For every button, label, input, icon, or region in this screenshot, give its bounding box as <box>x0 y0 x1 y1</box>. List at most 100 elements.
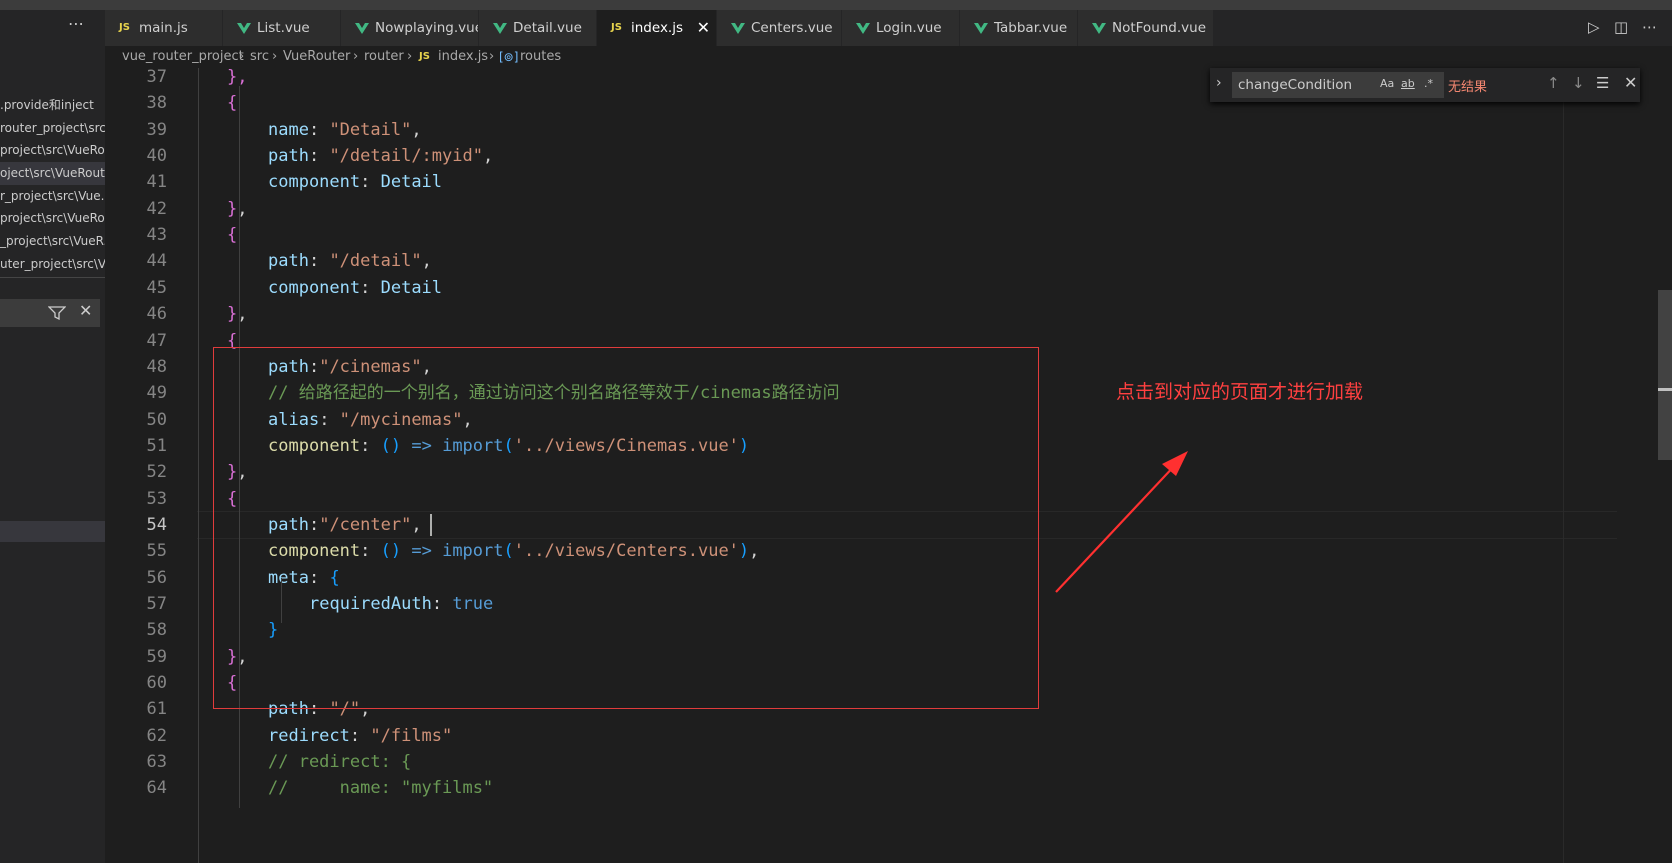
open-editor-item[interactable]: r_project\src\Vue... <box>0 185 105 208</box>
js-file-icon: JS <box>119 22 130 33</box>
code-token: { <box>227 93 238 114</box>
breadcrumb-item[interactable]: VueRouter <box>283 46 350 68</box>
match-whole-word-icon[interactable]: ab <box>1401 77 1415 90</box>
vue-file-icon <box>731 23 745 34</box>
breadcrumb-item[interactable]: src <box>250 46 269 68</box>
line-number: 49 <box>146 383 167 404</box>
code-token: // name: "myfilms" <box>268 778 494 799</box>
run-icon[interactable]: ▷ <box>1588 18 1600 36</box>
code-line[interactable]: component: Detail <box>268 168 442 196</box>
vue-file-icon <box>355 23 369 34</box>
find-widget: › Aa ab .* 无结果 ↑ ↓ ☰ ✕ <box>1210 68 1640 102</box>
code-token: redirect <box>268 725 350 746</box>
line-number: 51 <box>146 435 167 456</box>
match-case-icon[interactable]: Aa <box>1380 77 1394 90</box>
next-match-icon[interactable]: ↓ <box>1572 74 1585 92</box>
tab-nowplaying-vue[interactable]: Nowplaying.vue <box>341 10 479 46</box>
line-number: 57 <box>146 594 167 614</box>
vue-file-icon <box>856 23 870 34</box>
open-editor-item[interactable]: .provide和inject <box>0 94 105 117</box>
code-token: : <box>360 277 381 298</box>
code-line[interactable]: redirect: "/films" <box>268 722 452 750</box>
tab-label: index.js <box>631 20 684 36</box>
tab-label: Login.vue <box>876 20 942 36</box>
tab-login-vue[interactable]: Login.vue <box>842 10 960 46</box>
scrollbar-thumb[interactable] <box>1658 290 1672 460</box>
tab-list-vue[interactable]: List.vue <box>223 10 341 46</box>
code-token: component <box>268 172 361 193</box>
tab-main-js[interactable]: JS main.js <box>105 10 223 46</box>
tab-notfound-vue[interactable]: NotFound.vue <box>1078 10 1214 46</box>
code-line[interactable]: }, <box>227 63 247 91</box>
js-file-icon: JS <box>611 22 622 33</box>
code-line[interactable]: component: Detail <box>268 274 442 302</box>
vertical-scrollbar[interactable] <box>1658 68 1672 863</box>
close-find-icon[interactable]: ✕ <box>1624 73 1637 92</box>
code-line[interactable]: path: "/detail/:myid", <box>268 142 493 170</box>
code-token: : <box>349 725 371 746</box>
previous-match-icon[interactable]: ↑ <box>1547 74 1560 92</box>
close-tab-icon[interactable]: ✕ <box>697 10 710 46</box>
tab-label: Tabbar.vue <box>994 20 1068 36</box>
open-editor-item[interactable]: project\src\VueRo... <box>0 207 105 230</box>
line-number: 45 <box>146 277 167 298</box>
code-line[interactable]: { <box>227 221 237 249</box>
vue-file-icon <box>1092 23 1106 34</box>
open-editor-item[interactable]: router_project\src... <box>0 117 105 140</box>
code-token: path <box>268 251 309 272</box>
code-line[interactable]: // name: "myfilms" <box>268 774 493 802</box>
line-number: 44 <box>146 251 167 272</box>
code-token: "Detail" <box>329 119 412 140</box>
more-actions-icon[interactable]: ⋯ <box>68 14 85 33</box>
js-file-icon: JS <box>419 51 430 62</box>
code-line[interactable]: // redirect: { <box>268 748 411 776</box>
line-number: 61 <box>146 699 167 720</box>
code-line[interactable]: }, <box>227 195 248 223</box>
regex-icon[interactable]: .* <box>1424 77 1433 90</box>
code-token: }, <box>227 67 248 87</box>
line-number: 59 <box>146 646 167 667</box>
code-token: } <box>227 304 238 325</box>
tab-centers-vue[interactable]: Centers.vue <box>717 10 842 46</box>
breadcrumb-item[interactable]: router <box>364 46 404 68</box>
code-token: Detail <box>380 172 443 193</box>
split-editor-icon[interactable]: ◫ <box>1614 18 1628 36</box>
line-number: 40 <box>146 146 167 167</box>
open-editor-item[interactable]: _project\src\VueR... <box>0 230 105 253</box>
line-number: 37 <box>146 67 167 87</box>
code-line[interactable]: name: "Detail", <box>268 116 422 144</box>
line-number: 56 <box>146 567 167 588</box>
annotation-highlight-box <box>213 347 1039 709</box>
open-editor-item[interactable]: project\src\VueRo... <box>0 139 105 162</box>
find-in-selection-icon[interactable]: ☰ <box>1596 74 1609 92</box>
sidebar-selected-row[interactable] <box>0 521 105 542</box>
line-number: 42 <box>146 198 167 219</box>
line-number: 39 <box>146 119 167 140</box>
indent-guide <box>198 68 199 863</box>
code-token: : <box>360 172 381 193</box>
code-token: : <box>308 251 330 272</box>
code-line[interactable]: path: "/detail", <box>268 247 432 275</box>
filter-close-icon[interactable]: ✕ <box>79 301 92 320</box>
find-result-status: 无结果 <box>1448 80 1488 95</box>
open-editor-item[interactable]: oject\src\VueRout... <box>0 162 105 185</box>
line-number: 38 <box>146 93 167 114</box>
breadcrumb-item[interactable]: index.js <box>438 46 488 68</box>
symbol-variable-icon: [⊚] <box>499 50 519 64</box>
line-number: 64 <box>146 778 167 799</box>
filter-icon[interactable] <box>48 306 66 320</box>
code-line[interactable]: }, <box>227 300 248 328</box>
tab-tabbar-vue[interactable]: Tabbar.vue <box>960 10 1078 46</box>
breadcrumb-item[interactable]: routes <box>520 46 561 68</box>
line-number: 46 <box>146 304 167 325</box>
tab-index-js[interactable]: JS index.js ✕ <box>597 10 717 46</box>
tab-detail-vue[interactable]: Detail.vue <box>479 10 597 46</box>
open-editor-item[interactable]: uter_project\src\V... <box>0 253 105 276</box>
more-icon[interactable]: ⋯ <box>1642 18 1657 36</box>
toggle-replace-icon[interactable]: › <box>1216 75 1222 91</box>
code-line[interactable]: { <box>227 89 237 117</box>
code-token: { <box>227 225 238 246</box>
code-token: , <box>482 146 494 167</box>
tab-label: NotFound.vue <box>1112 20 1207 36</box>
code-token: // redirect: { <box>268 752 412 773</box>
